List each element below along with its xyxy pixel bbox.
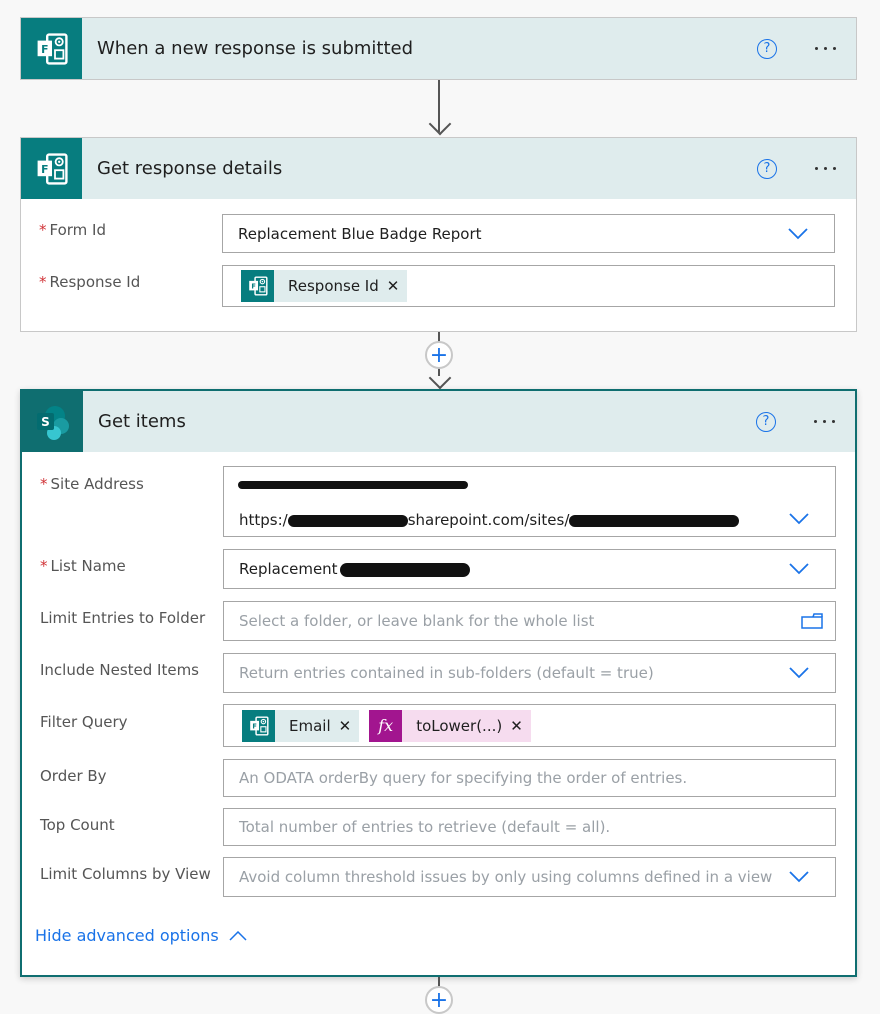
chevron-down-icon[interactable] xyxy=(789,513,809,525)
list-name-dropdown[interactable]: Replacement xyxy=(223,549,836,589)
get-response-details-card: F Get response details ? * Form Id Replac… xyxy=(20,137,857,332)
form-id-value: Replacement Blue Badge Report xyxy=(238,224,482,243)
svg-text:F: F xyxy=(41,163,48,176)
remove-token-icon[interactable]: ✕ xyxy=(510,717,523,735)
redacted-site-name xyxy=(238,481,468,489)
form-id-label: * Form Id xyxy=(39,221,106,239)
get-items-card: S Get items ? * Site Address https:/share… xyxy=(20,389,857,977)
microsoft-forms-icon: F xyxy=(21,138,82,199)
email-token[interactable]: F Email ✕ xyxy=(242,709,360,742)
response-id-input[interactable]: F Response Id ✕ xyxy=(222,265,835,307)
nested-items-placeholder: Return entries contained in sub-folders … xyxy=(239,664,654,682)
top-count-label: Top Count xyxy=(40,816,115,834)
response-id-label: * Response Id xyxy=(39,273,141,291)
microsoft-forms-icon: F xyxy=(21,18,82,79)
limit-columns-label: Limit Columns by View xyxy=(40,865,211,883)
site-address-label: * Site Address xyxy=(40,475,144,493)
site-url-value: https:/sharepoint.com/sites/ xyxy=(239,511,740,529)
chevron-down-icon[interactable] xyxy=(788,227,808,240)
folder-icon[interactable] xyxy=(801,613,823,629)
get-items-header[interactable]: S Get items ? xyxy=(22,391,855,452)
chevron-down-icon[interactable] xyxy=(789,667,809,679)
site-address-dropdown[interactable]: https:/sharepoint.com/sites/ xyxy=(223,466,836,537)
filter-query-input[interactable]: F Email ✕ fx toLower(...) ✕ xyxy=(223,704,836,747)
help-circle-icon[interactable]: ? xyxy=(756,411,776,432)
arrow-down-icon xyxy=(428,366,452,390)
order-by-input[interactable]: An ODATA orderBy query for specifying th… xyxy=(223,759,836,797)
chevron-down-icon[interactable] xyxy=(789,563,809,575)
limit-columns-placeholder: Avoid column threshold issues by only us… xyxy=(239,868,773,886)
remove-token-icon[interactable]: ✕ xyxy=(339,717,352,735)
svg-text:S: S xyxy=(41,415,50,429)
trigger-header[interactable]: F When a new response is submitted ? xyxy=(21,18,856,79)
fx-expression-icon: fx xyxy=(369,709,403,742)
limit-columns-dropdown[interactable]: Avoid column threshold issues by only us… xyxy=(223,857,836,897)
limit-folder-input[interactable]: Select a folder, or leave blank for the … xyxy=(223,601,836,641)
get-response-header[interactable]: F Get response details ? xyxy=(21,138,856,199)
nested-items-dropdown[interactable]: Return entries contained in sub-folders … xyxy=(223,653,836,693)
expression-token[interactable]: fx toLower(...) ✕ xyxy=(369,709,531,742)
remove-token-icon[interactable]: ✕ xyxy=(387,277,400,295)
form-id-dropdown[interactable]: Replacement Blue Badge Report xyxy=(222,214,835,253)
help-circle-icon[interactable]: ? xyxy=(757,158,777,179)
arrow-down-icon xyxy=(428,112,452,136)
add-step-button[interactable]: + xyxy=(425,341,453,369)
filter-query-label: Filter Query xyxy=(40,713,128,731)
more-ellipsis-icon[interactable] xyxy=(815,167,836,170)
chevron-down-icon[interactable] xyxy=(789,871,809,883)
trigger-title: When a new response is submitted xyxy=(97,38,414,59)
svg-text:F: F xyxy=(41,43,48,56)
limit-folder-placeholder: Select a folder, or leave blank for the … xyxy=(239,612,595,630)
top-count-placeholder: Total number of entries to retrieve (def… xyxy=(239,818,611,836)
get-response-title: Get response details xyxy=(97,158,283,179)
add-step-button[interactable]: + xyxy=(425,986,453,1014)
hide-advanced-options-link[interactable]: Hide advanced options xyxy=(35,926,247,945)
trigger-card[interactable]: F When a new response is submitted ? xyxy=(20,17,857,80)
sharepoint-icon: S xyxy=(22,391,83,452)
microsoft-forms-icon: F xyxy=(241,270,274,302)
microsoft-forms-icon: F xyxy=(242,709,275,742)
top-count-input[interactable]: Total number of entries to retrieve (def… xyxy=(223,808,836,846)
svg-text:F: F xyxy=(251,283,256,291)
list-name-label: * List Name xyxy=(40,557,126,575)
nested-items-label: Include Nested Items xyxy=(40,661,199,679)
limit-folder-label: Limit Entries to Folder xyxy=(40,609,206,627)
more-ellipsis-icon[interactable] xyxy=(815,47,836,50)
order-by-placeholder: An ODATA orderBy query for specifying th… xyxy=(239,769,688,787)
response-id-token[interactable]: F Response Id ✕ xyxy=(241,270,408,302)
help-circle-icon[interactable]: ? xyxy=(757,38,777,59)
order-by-label: Order By xyxy=(40,767,107,785)
more-ellipsis-icon[interactable] xyxy=(814,420,835,423)
chevron-up-icon xyxy=(229,930,247,941)
list-name-value: Replacement xyxy=(224,560,789,578)
get-items-title: Get items xyxy=(98,411,186,432)
svg-text:F: F xyxy=(252,722,257,730)
